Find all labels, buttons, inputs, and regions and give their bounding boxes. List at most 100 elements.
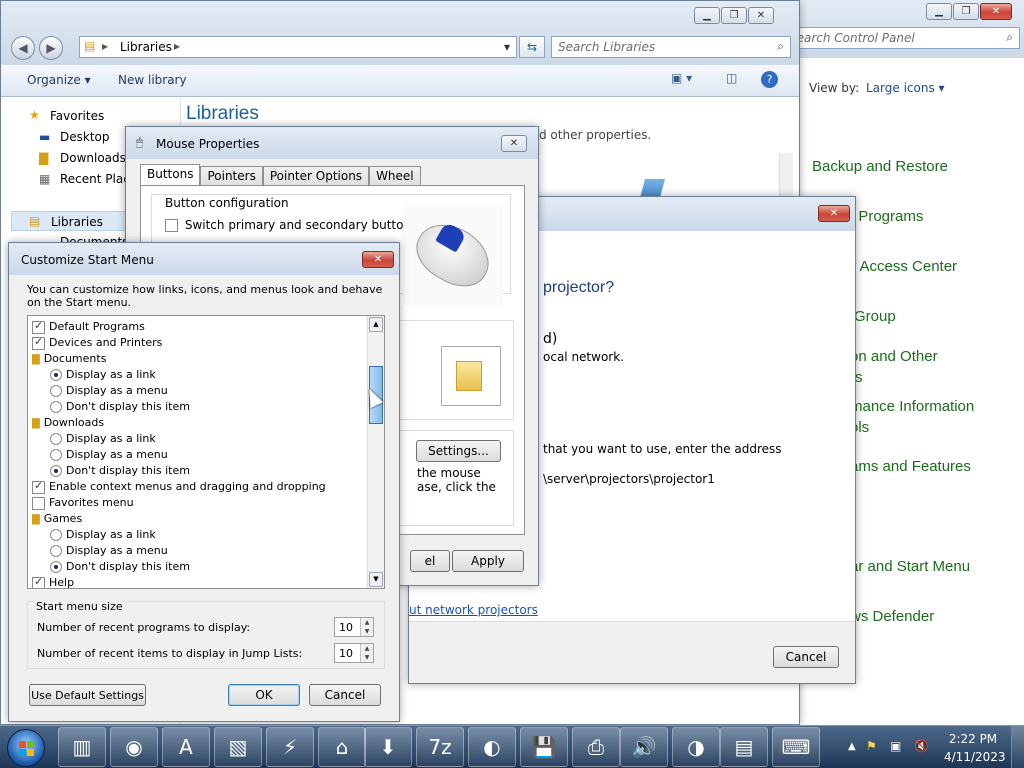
tab-pointers[interactable]: Pointers [200,166,263,186]
mouse-cancel-button[interactable]: el [410,550,450,572]
option-radio[interactable] [50,449,62,461]
taskbar-save-icon[interactable]: 💾 [520,727,568,767]
tab-buttons[interactable]: Buttons [140,164,201,186]
taskbar-7zip-icon[interactable]: 7z [416,727,464,767]
action-center-flag-icon[interactable]: ⚑ [866,739,877,753]
option-row[interactable]: Display as a link [50,368,156,381]
address-dropdown-icon[interactable]: ▾ [504,40,510,54]
option-radio[interactable] [50,433,62,445]
back-button[interactable]: ◀ [11,36,35,60]
libraries-search-box[interactable]: Search Libraries ⌕ [551,36,791,58]
minimize-button[interactable]: ▁ [926,3,952,20]
option-row[interactable]: Default Programs [32,319,145,334]
show-hidden-icons-icon[interactable]: ▲ [848,741,856,752]
option-radio[interactable] [50,369,62,381]
projector-help-link[interactable]: ut network projectors [409,603,538,617]
ok-button[interactable]: OK [228,684,300,706]
search-icon[interactable]: ⌕ [1006,30,1013,45]
cancel-button[interactable]: Cancel [309,684,381,706]
cp-item-ease-of-access[interactable]: f Access Center [852,258,957,275]
view-by-dropdown[interactable]: Large icons ▾ [866,81,945,95]
taskbar-control-panel-icon[interactable]: ▥ [58,727,106,767]
apply-button[interactable]: Apply [452,550,524,572]
test-area[interactable] [441,346,501,406]
volume-muted-icon[interactable]: 🔇 [914,739,929,753]
refresh-button[interactable]: ⇆ [519,36,545,58]
options-scrollbar[interactable]: ▲ ▼ [367,316,384,588]
cp-item-performance[interactable]: mance Information [850,398,974,415]
taskbar-speaker-icon[interactable]: 🔊 [620,727,668,767]
option-radio[interactable] [50,465,62,477]
recent-items-stepper[interactable]: 10 ▲ ▼ [334,643,374,663]
search-icon[interactable]: ⌕ [777,39,784,54]
projector-cancel-button[interactable]: Cancel [773,646,839,668]
option-row[interactable]: Display as a link [50,528,156,541]
cp-item-homegroup[interactable]: Group [854,308,896,325]
option-radio[interactable] [50,401,62,413]
taskbar-pdf-editor-icon[interactable]: ◑ [672,727,720,767]
switch-buttons-option[interactable]: Switch primary and secondary buttons [165,218,417,232]
change-view-icon[interactable]: ▣ ▾ [671,71,692,85]
forward-button[interactable]: ▶ [39,36,63,60]
close-button[interactable]: ✕ [362,251,394,268]
show-desktop-button[interactable] [1011,726,1024,768]
taskbar-download-icon[interactable]: ⬇ [364,727,412,767]
minimize-button[interactable]: ▁ [694,7,720,24]
nav-desktop[interactable]: Desktop [60,130,110,144]
option-row[interactable]: Display as a menu [50,544,168,557]
taskbar-date[interactable]: 4/11/2023 [944,750,1006,764]
cp-item-backup[interactable]: Backup and Restore [812,158,948,175]
taskbar-wordpad-icon[interactable]: A [162,727,210,767]
recent-programs-stepper[interactable]: 10 ▲ ▼ [334,617,374,637]
network-icon[interactable]: ▣ [890,739,901,753]
taskbar-projector-icon[interactable]: ⌂ [318,727,366,767]
option-row[interactable]: Favorites menu [32,496,134,510]
close-button[interactable]: ✕ [818,205,850,222]
scroll-up-arrow-icon[interactable]: ▲ [369,317,383,332]
address-bar[interactable]: ▤ ▸ Libraries ▸ ▾ [79,36,517,58]
option-radio[interactable] [50,385,62,397]
switch-buttons-checkbox[interactable] [165,219,178,232]
close-button[interactable]: ✕ [748,7,774,24]
cp-item-defender[interactable]: ws Defender [850,608,934,625]
cp-item-default-programs[interactable]: t Programs [850,208,923,225]
use-default-settings-button[interactable]: Use Default Settings [29,684,146,706]
option-row[interactable]: Don't display this item [50,560,190,573]
taskbar-chrome-icon[interactable]: ◉ [110,727,158,767]
taskbar-pdf-icon[interactable]: ◐ [468,727,516,767]
option-radio[interactable] [50,545,62,557]
start-button[interactable] [7,729,45,767]
option-row[interactable]: Display as a menu [50,448,168,461]
option-checkbox[interactable] [32,575,45,588]
nav-favorites[interactable]: Favorites [50,109,104,123]
taskbar-time[interactable]: 2:22 PM [946,732,1000,746]
option-radio[interactable] [50,529,62,541]
option-checkbox[interactable] [32,335,45,350]
organize-menu[interactable]: Organize ▾ [27,73,91,87]
option-row[interactable]: Enable context menus and dragging and dr… [32,479,326,494]
cp-item-taskbar[interactable]: ar and Start Menu [850,558,970,575]
maximize-button[interactable]: ❐ [721,7,747,24]
control-panel-search-box[interactable]: Search Control Panel ⌕ [782,27,1020,49]
preview-pane-icon[interactable]: ◫ [726,71,737,85]
help-icon[interactable]: ? [761,71,778,88]
close-button[interactable]: ✕ [501,135,527,152]
settings-button[interactable]: Settings... [416,440,501,462]
option-checkbox[interactable] [32,319,45,334]
option-row[interactable]: Don't display this item [50,400,190,413]
option-row[interactable]: Help [32,575,74,588]
taskbar-printer-icon[interactable]: ⎙ [572,727,620,767]
option-row[interactable]: Display as a menu [50,384,168,397]
taskbar-lightning-icon[interactable]: ⚡ [266,727,314,767]
taskbar-keyboard-icon[interactable]: ⌨ [772,727,820,767]
option-row[interactable]: Don't display this item [50,464,190,477]
maximize-button[interactable]: ❐ [953,3,979,20]
cp-item-programs-features[interactable]: ams and Features [850,458,971,475]
close-button[interactable]: ✕ [980,3,1012,20]
taskbar-winrar-icon[interactable]: ▧ [214,727,262,767]
option-row[interactable]: Devices and Printers [32,335,162,350]
tab-pointer-options[interactable]: Pointer Options [262,166,370,186]
taskbar-computer-icon[interactable]: ▤ [720,727,768,767]
option-checkbox[interactable] [32,496,45,510]
option-checkbox[interactable] [32,479,45,494]
